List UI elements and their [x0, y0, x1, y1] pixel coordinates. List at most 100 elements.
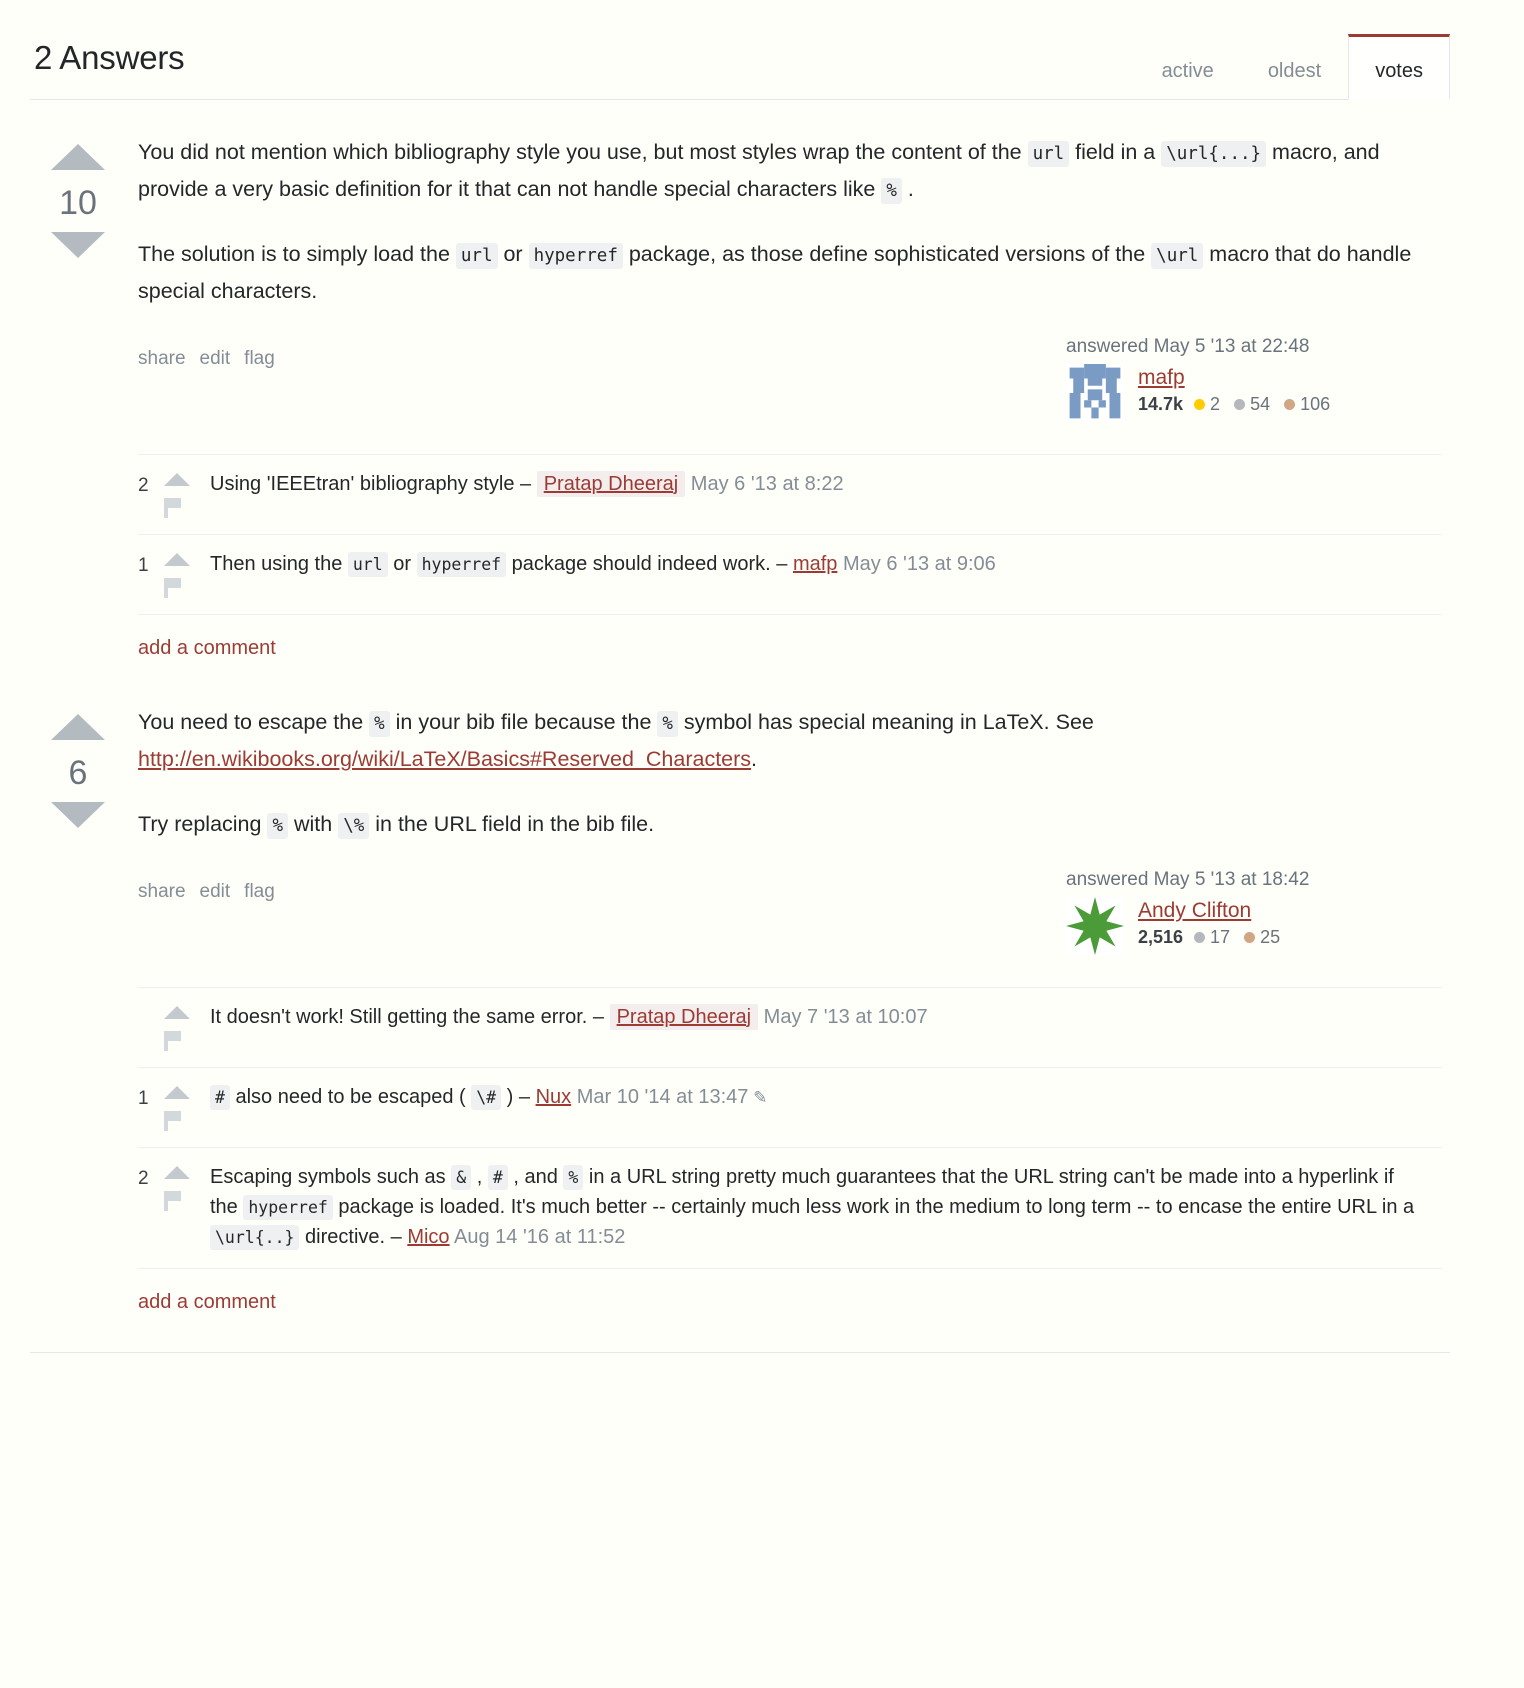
comment-body: It doesn't work! Still getting the same … [210, 1002, 1442, 1032]
text-run: package should indeed work. [506, 552, 771, 575]
comment-body: Using 'IEEEtran' bibliography style – Pr… [210, 469, 1442, 499]
inline-code: % [563, 1164, 584, 1190]
comment-score: 1 [138, 554, 149, 576]
comment-username-link[interactable]: mafp [793, 553, 837, 575]
inline-code: % [881, 177, 902, 204]
comment-flag-icon[interactable] [164, 497, 181, 518]
paragraph: You did not mention which bibliography s… [138, 134, 1442, 208]
text-run: You did not mention which bibliography s… [138, 140, 1028, 164]
gold-badge-dot-icon [1194, 398, 1206, 410]
tab-oldest[interactable]: oldest [1241, 46, 1348, 100]
comment-flag-icon[interactable] [164, 1110, 181, 1131]
username-link[interactable]: mafp [1138, 366, 1339, 390]
comment-flag-icon[interactable] [164, 577, 181, 598]
comment-score: 2 [138, 1167, 149, 1189]
comment-upvote-arrow-icon[interactable] [164, 1165, 190, 1179]
comment-dash: – [587, 1005, 610, 1028]
inline-code: \% [338, 812, 370, 839]
edit-link[interactable]: edit [200, 348, 231, 370]
flag-link[interactable]: flag [244, 348, 275, 370]
comment-upvote-arrow-icon[interactable] [164, 1085, 190, 1099]
inline-code: # [487, 1164, 508, 1190]
comment-timestamp: Mar 10 '14 at 13:47 [576, 1085, 749, 1108]
bronze-badge[interactable]: 106 [1284, 394, 1330, 415]
downvote-arrow-icon[interactable] [51, 232, 105, 258]
vote-cell: 10 [30, 134, 126, 670]
text-run: . [751, 746, 758, 771]
add-comment-link[interactable]: add a comment [138, 613, 1442, 670]
comment-username-link[interactable]: Mico [407, 1226, 449, 1248]
comments-list: It doesn't work! Still getting the same … [138, 986, 1442, 1324]
inline-code: % [369, 710, 390, 737]
bronze-badge-count: 106 [1300, 393, 1331, 414]
comment-upvote-arrow-icon[interactable] [164, 472, 190, 486]
edit-link[interactable]: edit [200, 881, 231, 903]
avatar[interactable] [1066, 363, 1124, 422]
user-details: mafp 14.7k 2 54 106 [1138, 364, 1339, 415]
reputation-score: 14.7k [1138, 393, 1184, 414]
comment-upvote-arrow-icon[interactable] [164, 552, 190, 566]
comment-actions [164, 1082, 210, 1131]
silver-badge-count: 17 [1210, 926, 1231, 947]
username-link[interactable]: Andy Clifton [1138, 899, 1289, 923]
text-run: also need to be escaped ( [229, 1085, 472, 1108]
comment-upvote-arrow-icon[interactable] [164, 1005, 190, 1019]
inline-code: \# [471, 1084, 502, 1110]
text-run: ) [501, 1085, 514, 1108]
text-run: package is loaded. It's much better -- c… [332, 1195, 1415, 1218]
silver-badge[interactable]: 17 [1194, 927, 1230, 948]
vote-count: 6 [68, 753, 88, 792]
comments-list: 2 Using 'IEEEtran' bibliography style – P… [138, 453, 1442, 670]
downvote-arrow-icon[interactable] [51, 801, 105, 828]
comment-score: 1 [138, 1087, 149, 1109]
inline-code: url [1027, 141, 1070, 167]
answer-body-row: 6 You need to escape the % in your bib fi… [30, 670, 1450, 1324]
text-run: Escaping symbols such as [210, 1165, 452, 1188]
bronze-badge-dot-icon [1244, 931, 1256, 943]
comment-actions [164, 549, 210, 598]
bronze-badge[interactable]: 25 [1244, 927, 1280, 948]
inline-code: % [267, 812, 288, 839]
avatar[interactable] [1066, 896, 1124, 955]
comment-username-link[interactable]: Nux [536, 1086, 572, 1108]
post-text: You did not mention which bibliography s… [138, 134, 1442, 310]
post-text: You need to escape the % in your bib fil… [138, 704, 1442, 843]
comment-username-link[interactable]: Pratap Dheeraj [609, 1003, 759, 1030]
comment-actions [164, 469, 210, 518]
comment-flag-icon[interactable] [164, 1030, 181, 1051]
inline-code: hyperref [416, 551, 507, 577]
post-link[interactable]: http://en.wikibooks.org/wiki/LaTeX/Basic… [138, 747, 751, 771]
user-info-card: answered May 5 '13 at 22:48 mafp 14.7k 2 54 1… [1052, 336, 1442, 422]
upvote-arrow-icon[interactable] [51, 713, 105, 740]
answer: 6 You need to escape the % in your bib fi… [30, 670, 1450, 1324]
bronze-badge-count: 25 [1260, 926, 1281, 947]
comment-edit-pencil-icon[interactable]: ✎ [748, 1088, 767, 1107]
comment: 1 Then using the url or hyperref package … [138, 533, 1442, 614]
inline-code: url [455, 242, 498, 269]
comment-timestamp: May 6 '13 at 9:06 [842, 552, 996, 575]
inline-code: & [451, 1164, 472, 1190]
gold-badge[interactable]: 2 [1194, 394, 1220, 415]
text-run: or [497, 241, 529, 266]
post-footer: share edit flag answered May 5 '13 at 22:48… [138, 336, 1442, 428]
comment-timestamp: May 7 '13 at 10:07 [763, 1005, 928, 1028]
bottom-divider [30, 1351, 1450, 1353]
silver-badge[interactable]: 54 [1234, 394, 1270, 415]
comment-flag-icon[interactable] [164, 1190, 181, 1211]
text-run: with [288, 811, 339, 836]
answer: 10 You did not mention which bibliography… [30, 100, 1450, 670]
tab-votes[interactable]: votes [1348, 34, 1450, 100]
share-link[interactable]: share [138, 881, 186, 903]
answer-sort-tabs: active oldest votes [1135, 34, 1450, 100]
comment-dash: – [385, 1225, 408, 1248]
tab-active[interactable]: active [1135, 46, 1241, 100]
add-comment-link[interactable]: add a comment [138, 1267, 1442, 1324]
vote-cell: 6 [30, 704, 126, 1324]
text-run: The solution is to simply load the [138, 241, 456, 266]
flag-link[interactable]: flag [244, 881, 275, 903]
share-link[interactable]: share [138, 348, 186, 370]
comment: It doesn't work! Still getting the same … [138, 986, 1442, 1067]
comment-username-link[interactable]: Pratap Dheeraj [536, 470, 686, 497]
upvote-arrow-icon[interactable] [51, 144, 105, 170]
comment-score: 2 [138, 474, 149, 496]
